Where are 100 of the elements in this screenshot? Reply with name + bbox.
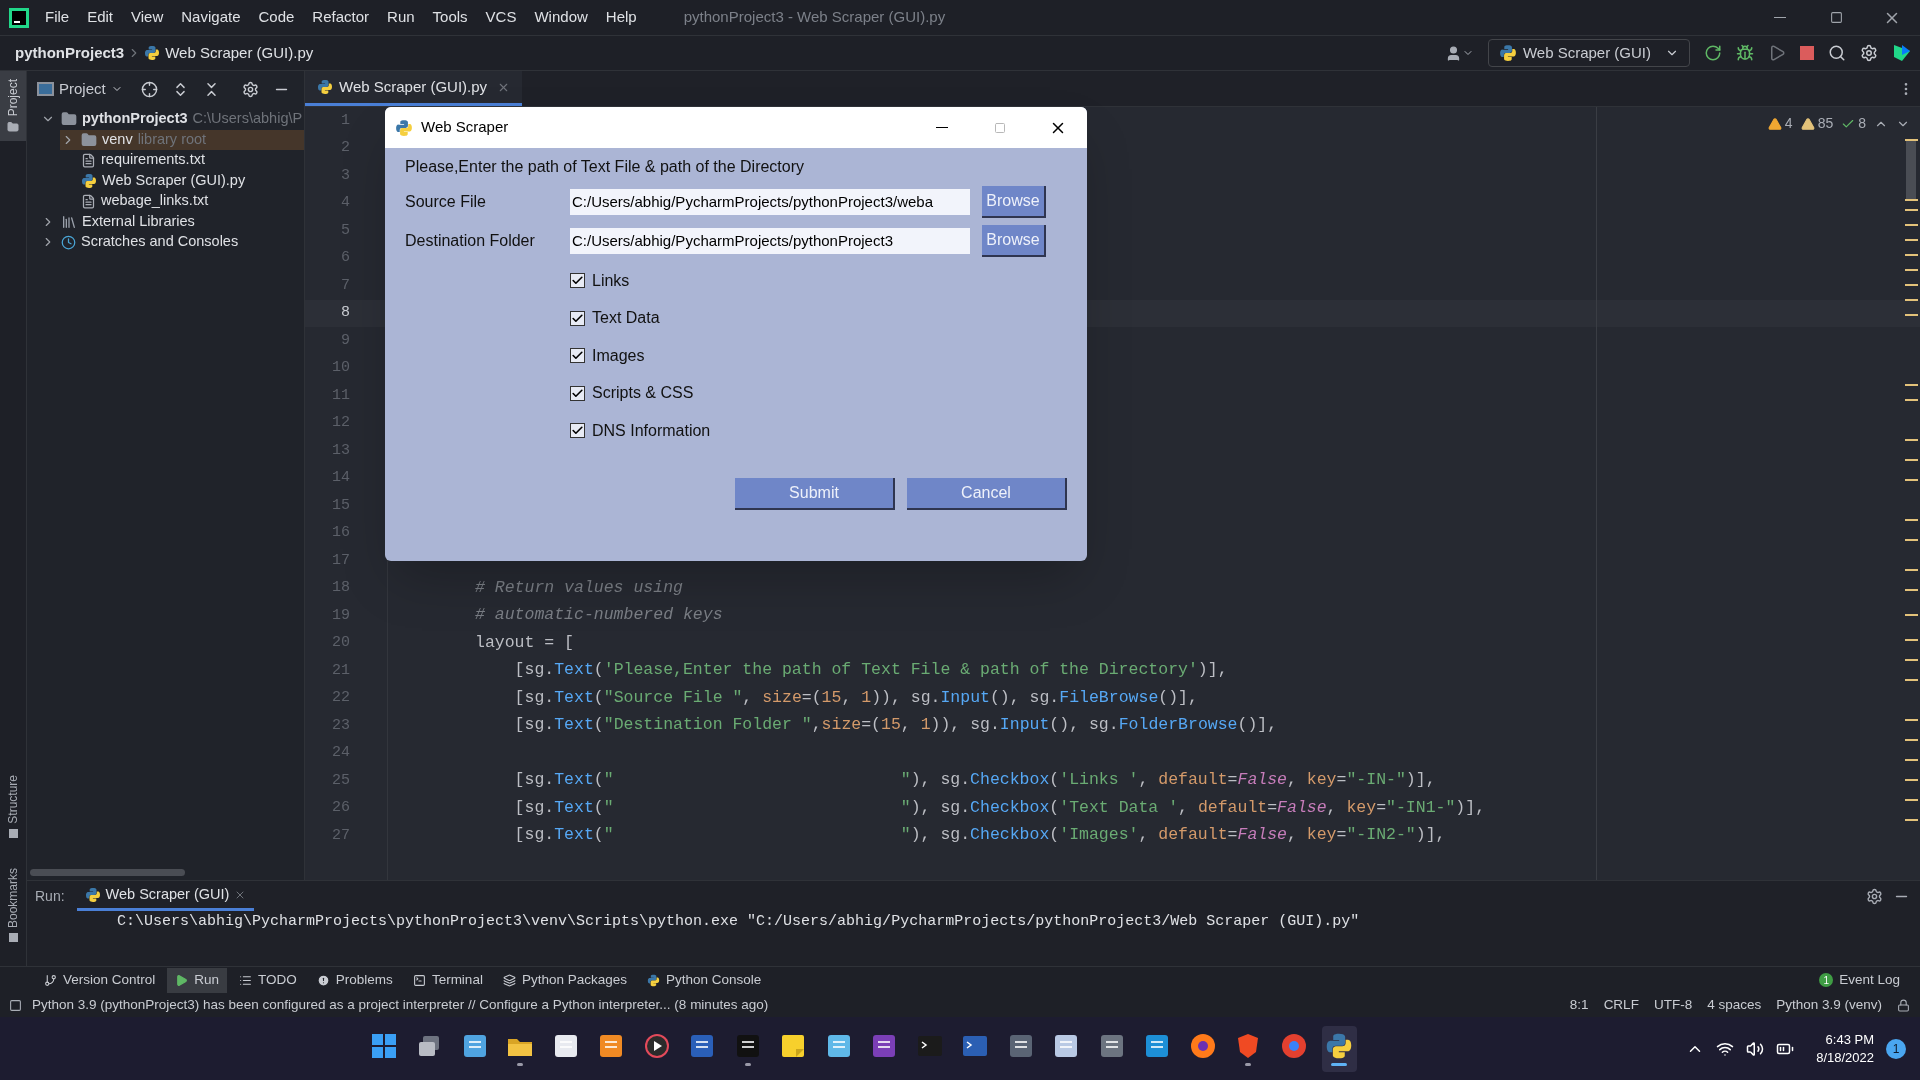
inspection-count[interactable]: 8 xyxy=(1841,113,1866,134)
checkbox[interactable] xyxy=(570,310,585,326)
python-icon xyxy=(1325,1031,1353,1060)
settings-icon[interactable] xyxy=(241,80,259,98)
checkbox[interactable] xyxy=(570,423,585,439)
line-number: 18 xyxy=(331,578,350,598)
code-line: # automatic-numbered keys xyxy=(475,604,723,627)
menu-item[interactable]: Code xyxy=(251,6,302,29)
menu-item[interactable]: VCS xyxy=(478,6,524,29)
code-line: [sg.Text(" "), sg.Checkbox('Links ', default=False, key="-IN-")], xyxy=(513,769,1436,792)
breadcrumb-item[interactable]: pythonProject3 xyxy=(15,41,125,65)
line-number: 12 xyxy=(331,413,350,433)
tree-item[interactable]: External Libraries xyxy=(40,211,304,232)
settings-icon[interactable] xyxy=(1866,887,1883,905)
line-number: 26 xyxy=(331,798,350,818)
menu-item[interactable]: Edit xyxy=(80,6,121,29)
settings-icon[interactable] xyxy=(1860,44,1878,62)
tree-item[interactable]: requirements.txt xyxy=(60,150,304,171)
horizontal-scrollbar[interactable] xyxy=(30,869,185,876)
crosshair-icon[interactable] xyxy=(140,80,158,98)
menu-item[interactable]: View xyxy=(124,6,171,29)
line-number: 17 xyxy=(331,550,350,571)
tool-window-button[interactable]: Run xyxy=(167,967,228,993)
square-icon[interactable] xyxy=(9,998,22,1012)
alert-icon xyxy=(316,973,330,987)
play-icon xyxy=(175,973,189,987)
menu-item[interactable]: Tools xyxy=(425,6,475,29)
notification-badge[interactable]: 1 xyxy=(1886,1038,1906,1059)
checkbox[interactable] xyxy=(570,385,585,401)
tool-window-button[interactable]: Python Console xyxy=(638,967,770,993)
tree-item[interactable]: Web Scraper (GUI).py xyxy=(60,170,304,191)
line-number: 20 xyxy=(331,633,350,653)
status-item[interactable]: CRLF xyxy=(1603,994,1639,1016)
path-field[interactable]: C:/Users/abhig/PycharmProjects/pythonProject3/weba xyxy=(570,188,970,215)
checkbox[interactable] xyxy=(570,273,585,289)
volume-icon[interactable] xyxy=(1746,1039,1765,1058)
tree-item[interactable]: webage_links.txt xyxy=(60,191,304,212)
code-line: [sg.Text("Source File ", size=(15, 1)), sg.Input(), sg.FileBrowse()], xyxy=(513,686,1198,709)
menu-item[interactable]: Refactor xyxy=(305,6,377,29)
inspection-count[interactable]: 4 xyxy=(1767,113,1793,134)
console-output: C:\Users\abhig\PycharmProjects\pythonProject3\venv\Scripts\python.exe "C:/Users/abhig/PycharmProjects/pythonProject3/Web Scraper (GUI).py" xyxy=(117,912,1360,932)
line-number: 10 xyxy=(331,358,350,378)
tool-window-button[interactable]: Python Packages xyxy=(494,967,635,993)
tool-window-button[interactable]: TODO xyxy=(231,967,305,993)
window-title: pythonProject3 - Web Scraper (GUI).py xyxy=(683,7,946,28)
run-config-dropdown[interactable]: Web Scraper (GUI) xyxy=(1487,39,1690,67)
side-tab[interactable]: Project xyxy=(0,71,26,142)
side-tab[interactable]: Bookmarks xyxy=(0,863,26,946)
clock-date[interactable]: 8/18/2022 xyxy=(1816,1048,1874,1067)
coverage-icon[interactable] xyxy=(1768,44,1786,62)
line-number: 4 xyxy=(340,193,350,213)
restore-icon xyxy=(1829,11,1843,24)
field-label: Destination Folder xyxy=(405,230,536,251)
menu-item[interactable]: Run xyxy=(380,6,422,29)
line-number: 27 xyxy=(331,825,350,846)
checkbox[interactable] xyxy=(570,348,585,364)
clock-time[interactable]: 6:43 PM xyxy=(1825,1030,1874,1049)
path-field[interactable]: C:/Users/abhig/PycharmProjects/pythonProject3 xyxy=(570,227,970,254)
menu-item[interactable]: Help xyxy=(598,6,644,29)
line-number: 2 xyxy=(340,138,350,158)
line-number: 8 xyxy=(340,303,350,323)
logo-icon[interactable] xyxy=(1892,43,1912,63)
python-icon xyxy=(317,79,333,95)
menu-item[interactable]: Navigate xyxy=(174,6,248,29)
menu-item[interactable]: Window xyxy=(527,6,595,29)
terminal-icon xyxy=(412,973,426,987)
windows-logo-icon xyxy=(369,1031,398,1060)
inspection-count[interactable]: 85 xyxy=(1800,113,1834,134)
search-icon[interactable] xyxy=(1828,44,1846,62)
tree-label: Scratches and Consoles xyxy=(81,232,239,252)
tree-item[interactable]: pythonProject3 C:\Users\abhig\P xyxy=(40,109,304,130)
status-item[interactable]: 4 spaces xyxy=(1707,994,1762,1016)
tree-item[interactable]: Scratches and Consoles xyxy=(40,232,304,253)
square-icon xyxy=(8,933,18,942)
tool-window-button[interactable]: Version Control xyxy=(36,967,164,993)
taskbar-button[interactable] xyxy=(1321,1025,1357,1072)
line-number: 25 xyxy=(331,770,350,791)
status-message: Python 3.9 (pythonProject3) has been configured as a project interpreter // Configure a Python interpreter... (8 minutes ago) xyxy=(32,995,769,1014)
tool-window-button[interactable]: Terminal xyxy=(404,967,491,993)
project-view-dropdown[interactable]: Project xyxy=(37,77,123,101)
tool-window-button[interactable]: Problems xyxy=(308,967,401,993)
editor-tab[interactable]: Web Scraper (GUI).py xyxy=(305,71,523,106)
warning-icon xyxy=(1767,116,1782,131)
status-item[interactable]: 8:1 xyxy=(1569,994,1589,1016)
rerun-icon[interactable] xyxy=(1704,44,1722,62)
status-item[interactable]: UTF-8 xyxy=(1653,994,1693,1016)
menu-item[interactable]: File xyxy=(38,6,77,29)
bug-icon[interactable] xyxy=(1736,44,1754,62)
event-log-button[interactable]: 1 Event Log xyxy=(1819,969,1900,991)
breadcrumb-item[interactable]: Web Scraper (GUI).py xyxy=(165,41,314,65)
play-circle-icon xyxy=(642,1031,671,1060)
lock-icon[interactable] xyxy=(1897,998,1910,1012)
line-number: 19 xyxy=(331,605,350,626)
side-tab[interactable]: Structure xyxy=(0,771,26,842)
status-item[interactable]: Python 3.9 (venv) xyxy=(1776,994,1882,1016)
tree-item[interactable]: venv library root xyxy=(60,129,304,150)
line-number: 23 xyxy=(331,715,350,736)
run-tab[interactable]: Web Scraper (GUI) xyxy=(76,881,255,911)
tree-label: webage_links.txt xyxy=(101,191,209,211)
minimize-icon xyxy=(1774,17,1786,18)
